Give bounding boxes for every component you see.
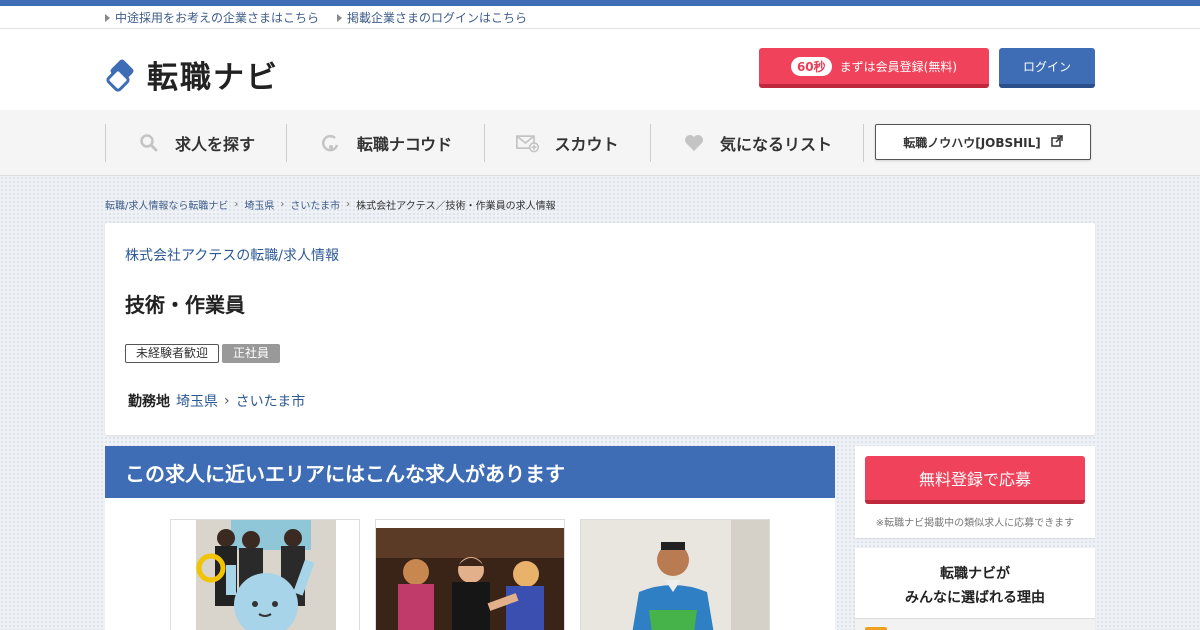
reasons-title: 転職ナビが みんなに選ばれる理由 — [905, 566, 1045, 606]
company-link[interactable]: 株式会社アクテスの転職/求人情報 — [125, 245, 339, 265]
logo-mark-icon — [105, 58, 139, 92]
nav-favorites[interactable]: 気になるリスト — [650, 124, 864, 162]
login-button[interactable]: ログイン — [999, 48, 1095, 88]
breadcrumb-home[interactable]: 転職/求人情報なら転職ナビ — [105, 197, 228, 212]
nav-search-jobs[interactable]: 求人を探す — [105, 124, 286, 162]
breadcrumb-city[interactable]: さいたま市 — [290, 197, 340, 212]
chevron-right-icon: › — [234, 199, 239, 210]
logo-text: 転職ナビ — [147, 60, 279, 96]
breadcrumb-current: 株式会社アクテス／技術・作業員の求人情報 — [356, 201, 556, 212]
job-title: 技術・作業員 — [125, 293, 245, 317]
nearby-job-thumb-3[interactable] — [580, 519, 770, 630]
chevron-right-icon: › — [280, 199, 285, 210]
tag-inexperienced-welcome: 未経験者歓迎 — [125, 344, 220, 363]
location-prefecture-link[interactable]: 埼玉県 — [176, 391, 218, 411]
apply-register-button[interactable]: 無料登録で応募 — [865, 456, 1085, 504]
nav-nakoudo[interactable]: 転職ナコウド — [286, 124, 484, 162]
external-link-icon — [1051, 134, 1063, 150]
work-location: 勤務地 埼玉県 › さいたま市 — [128, 391, 305, 411]
site-logo[interactable]: 転職ナビ — [105, 52, 279, 97]
nearby-job-thumb-2[interactable] — [375, 519, 565, 630]
job-summary-card: 株式会社アクテスの転職/求人情報 技術・作業員 未経験者歓迎 正社員 勤務地 埼… — [105, 223, 1095, 435]
chevron-right-icon: › — [346, 199, 351, 210]
chevron-right-icon: › — [224, 393, 230, 409]
breadcrumb: 転職/求人情報なら転職ナビ › 埼玉県 › さいたま市 › 株式会社アクテス／技… — [105, 197, 556, 212]
corporate-login-link[interactable]: 掲載企業さまのログインはこちら — [337, 9, 527, 26]
heart-icon — [682, 131, 706, 155]
mail-plus-icon — [516, 131, 540, 155]
apply-note: ※転職ナビ掲載中の類似求人に応募できます — [875, 518, 1075, 529]
office-mascot-photo — [196, 520, 336, 630]
register-label: まずは会員登録(無料) — [839, 59, 958, 74]
tag-full-time: 正社員 — [222, 344, 281, 363]
restaurant-staff-photo — [376, 528, 564, 630]
nearby-jobs-section: この求人に近いエリアにはこんな求人があります — [105, 446, 835, 630]
top-links-bar: 中途採用をお考えの企業さまはこちら 掲載企業さまのログインはこちら — [0, 6, 1200, 29]
global-nav: 求人を探す 転職ナコウド スカウト 気になるリスト 転職ノウハウ[JOBSHIL… — [0, 110, 1200, 176]
caret-right-icon — [105, 13, 110, 22]
jobshil-button[interactable]: 転職ノウハウ[JOBSHIL] — [875, 124, 1091, 160]
job-tags: 未経験者歓迎 正社員 — [125, 344, 281, 363]
reasons-box: 転職ナビが みんなに選ばれる理由 — [855, 548, 1095, 630]
nearby-job-thumbnails — [170, 519, 770, 630]
register-button[interactable]: 60秒 まずは会員登録(無料) — [759, 48, 989, 88]
apply-box: 無料登録で応募 ※転職ナビ掲載中の類似求人に応募できます — [855, 446, 1095, 538]
location-label: 勤務地 — [128, 394, 170, 410]
search-icon — [137, 131, 161, 155]
site-header: 転職ナビ 60秒 まずは会員登録(無料) ログイン — [0, 29, 1200, 110]
corporate-recruit-link[interactable]: 中途採用をお考えの企業さまはこちら — [105, 9, 319, 26]
worker-uniform-photo — [581, 520, 769, 630]
main-content: 転職/求人情報なら転職ナビ › 埼玉県 › さいたま市 › 株式会社アクテス／技… — [0, 176, 1200, 630]
seconds-badge: 60秒 — [790, 56, 832, 76]
location-city-link[interactable]: さいたま市 — [236, 391, 306, 411]
nakoudo-icon — [319, 131, 343, 155]
nearby-job-thumb-1[interactable] — [170, 519, 360, 630]
nav-scout[interactable]: スカウト — [484, 124, 650, 162]
nearby-jobs-heading: この求人に近いエリアにはこんな求人があります — [105, 446, 835, 498]
reasons-list-top — [855, 618, 1095, 630]
caret-right-icon — [337, 13, 343, 22]
breadcrumb-prefecture[interactable]: 埼玉県 — [244, 197, 274, 212]
